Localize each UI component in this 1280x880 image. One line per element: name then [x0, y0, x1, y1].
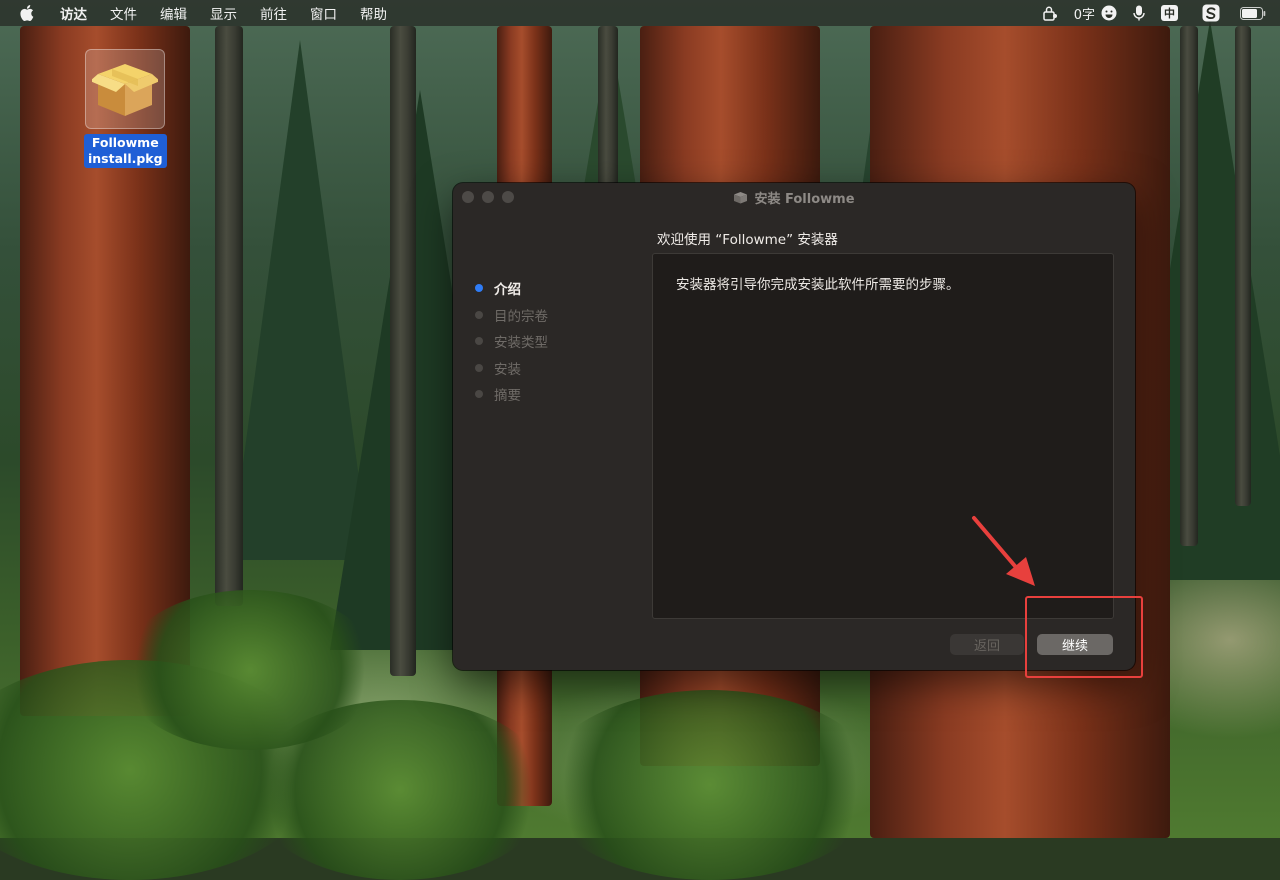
step-dot — [475, 390, 483, 399]
tree-trunk — [215, 26, 243, 606]
minimize-button[interactable] — [482, 191, 494, 203]
window-controls — [462, 191, 522, 203]
step-active-dot — [475, 284, 483, 293]
annotation-arrow-icon — [972, 516, 1035, 586]
package-icon — [85, 49, 165, 129]
step-dot — [475, 337, 483, 346]
installer-heading: 欢迎使用 “Followme” 安装器 — [657, 232, 838, 248]
sogou-icon[interactable] — [1202, 4, 1220, 22]
desktop-file-icon[interactable]: Followme install.pkg — [84, 49, 167, 168]
step-introduction: 介绍 — [475, 275, 548, 302]
menu-window[interactable]: 窗口 — [310, 3, 337, 23]
step-dot — [475, 310, 483, 319]
word-count[interactable]: 0字 — [1074, 4, 1095, 23]
battery-icon[interactable] — [1240, 6, 1266, 20]
menu-view[interactable]: 显示 — [210, 3, 237, 23]
menu-go[interactable]: 前往 — [260, 3, 287, 23]
step-destination: 目的宗卷 — [475, 302, 548, 329]
zoom-button[interactable] — [502, 191, 514, 203]
desktop-file-label: Followme install.pkg — [84, 134, 167, 168]
status-area: 0字 中 — [1042, 0, 1280, 26]
menu-edit[interactable]: 编辑 — [160, 3, 187, 23]
tree-trunk — [390, 26, 416, 676]
installer-content-pane[interactable]: 安装器将引导你完成安装此软件所需要的步骤。 — [652, 253, 1114, 619]
menu-help[interactable]: 帮助 — [360, 3, 387, 23]
step-installation-type: 安装类型 — [475, 328, 548, 355]
back-button[interactable]: 返回 — [950, 634, 1024, 655]
microphone-icon[interactable] — [1133, 5, 1145, 21]
package-icon — [733, 191, 748, 204]
apple-icon[interactable] — [20, 5, 42, 21]
lock-person-icon[interactable] — [1042, 5, 1058, 21]
foliage — [540, 690, 880, 880]
step-label: 介绍 — [494, 282, 521, 299]
installer-steps: 介绍 目的宗卷 安装类型 安装 摘要 — [475, 275, 548, 408]
desktop-file-label-line2: install.pkg — [88, 151, 163, 166]
step-label: 摘要 — [494, 388, 521, 405]
menu-bar: 访达 文件 编辑 显示 前往 窗口 帮助 0字 中 — [0, 0, 1280, 26]
step-label: 安装类型 — [494, 335, 548, 352]
window-title: 安装 Followme — [754, 191, 855, 207]
tree-trunk — [1180, 26, 1198, 546]
step-dot — [475, 363, 483, 372]
input-method-icon[interactable]: 中 — [1161, 5, 1178, 21]
foliage — [120, 590, 380, 750]
tree-trunk — [1235, 26, 1251, 506]
emoji-icon[interactable] — [1101, 5, 1117, 21]
desktop-file-label-line1: Followme — [91, 135, 159, 150]
step-label: 安装 — [494, 361, 521, 378]
step-summary: 摘要 — [475, 381, 548, 408]
annotation-highlight-box — [1025, 596, 1143, 678]
menu-file[interactable]: 文件 — [110, 3, 137, 23]
window-titlebar[interactable]: 安装 Followme — [453, 183, 1135, 211]
close-button[interactable] — [462, 191, 474, 203]
installer-body-text: 安装器将引导你完成安装此软件所需要的步骤。 — [676, 277, 960, 293]
step-label: 目的宗卷 — [494, 308, 548, 325]
menu-app-name[interactable]: 访达 — [60, 3, 87, 23]
step-installation: 安装 — [475, 355, 548, 382]
